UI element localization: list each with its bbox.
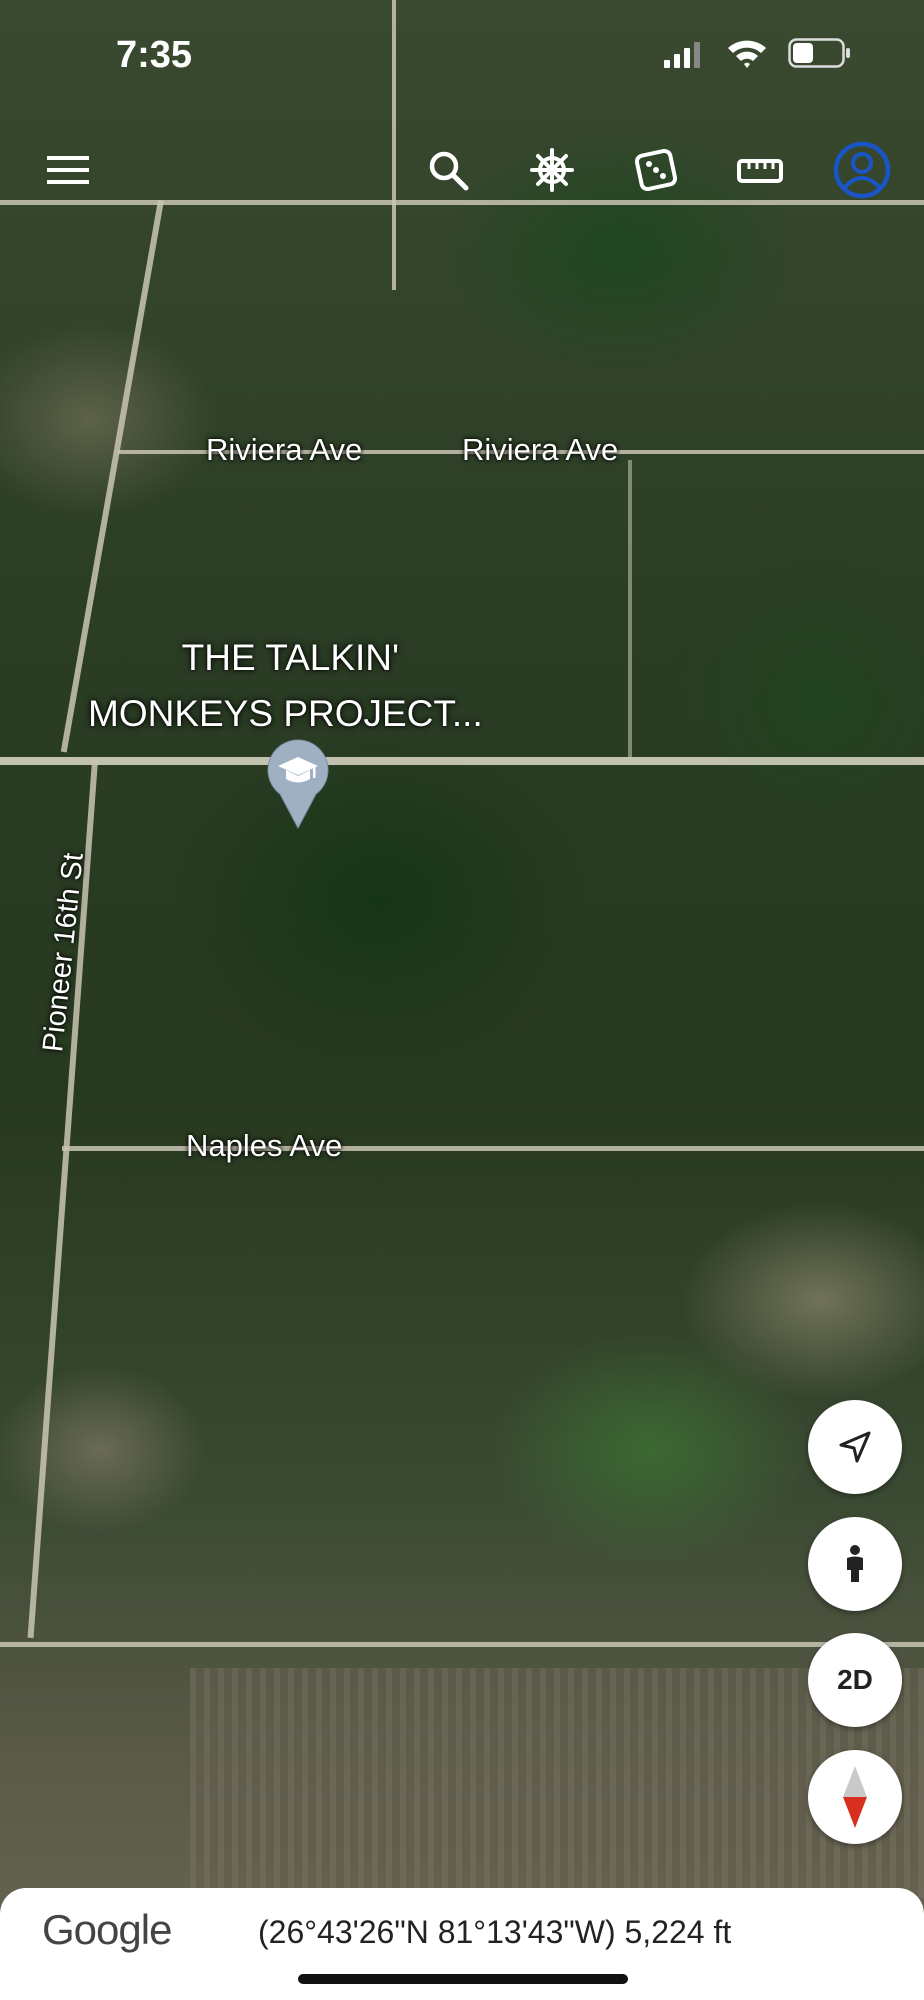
poi-name-line2: MONKEYS PROJECT... [88, 693, 483, 734]
bottom-bar: Google (26°43'26"N 81°13'43"W) 5,224 ft [0, 1888, 924, 2000]
road-label-riviera-1: Riviera Ave [206, 432, 363, 467]
coordinates-readout: (26°43'26"N 81°13'43"W) 5,224 ft [258, 1914, 732, 1950]
poi-marker[interactable] [266, 738, 330, 830]
menu-icon [47, 156, 89, 184]
road-top [0, 200, 924, 205]
feeling-lucky-dice-icon [634, 148, 678, 192]
wifi-icon [728, 40, 766, 68]
voyager-button[interactable] [522, 140, 582, 200]
pegman-icon [847, 1545, 863, 1582]
compass-button[interactable] [808, 1750, 902, 1844]
search-icon [429, 151, 469, 191]
road-label-naples: Naples Ave [186, 1128, 343, 1163]
satellite-map[interactable]: Riviera Ave Riviera Ave Naples Ave Pione… [0, 0, 924, 2000]
menu-button[interactable] [38, 140, 98, 200]
google-logo: Google [42, 1906, 172, 1953]
view-mode-2d-button[interactable]: 2D [808, 1633, 902, 1727]
cellular-signal-icon [664, 42, 700, 68]
feeling-lucky-button[interactable] [626, 140, 686, 200]
poi-name-line1: THE TALKIN' [181, 637, 400, 678]
status-bar: 7:35 [0, 0, 924, 110]
street-view-button[interactable] [808, 1517, 902, 1611]
top-toolbar [0, 140, 924, 200]
graduation-cap-icon [267, 739, 329, 830]
status-time: 7:35 [116, 34, 193, 76]
account-button[interactable] [832, 140, 892, 200]
account-icon [833, 141, 891, 199]
my-location-button[interactable] [808, 1400, 902, 1494]
voyager-wheel-icon [530, 148, 574, 192]
measure-button[interactable] [730, 140, 790, 200]
compass-icon [843, 1766, 867, 1828]
home-indicator[interactable] [298, 1974, 628, 1984]
poi-label[interactable]: THE TALKIN' MONKEYS PROJECT... [88, 630, 483, 742]
road-mid-connector [628, 460, 632, 760]
measure-ruler-icon [737, 159, 783, 183]
search-button[interactable] [418, 140, 478, 200]
road-main-east-west [0, 757, 924, 765]
navigation-arrow-icon [839, 1431, 871, 1463]
road-label-riviera-2: Riviera Ave [462, 432, 619, 467]
battery-icon [788, 38, 850, 68]
road-bottom [0, 1642, 924, 1647]
